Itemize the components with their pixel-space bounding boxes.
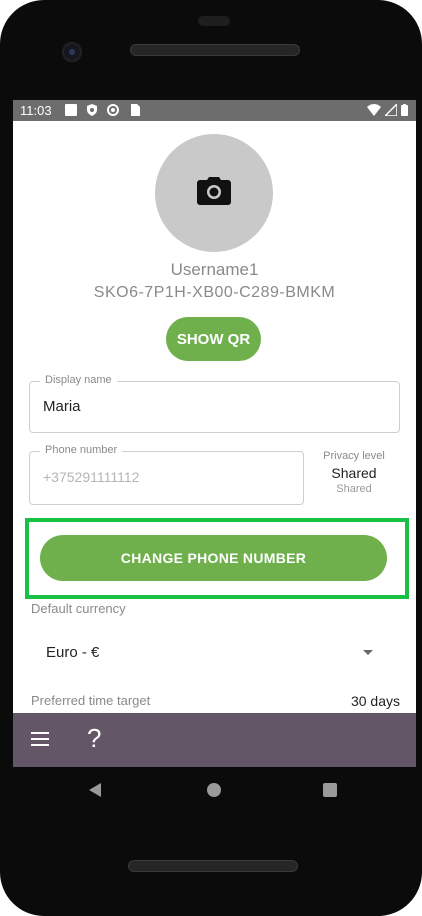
- shield-icon: [87, 104, 97, 116]
- user-id: SKO6-7P1H-XB00-C289-BMKM: [93, 284, 336, 301]
- earpiece: [198, 16, 230, 26]
- battery-icon: [401, 104, 408, 116]
- privacy-level-label: Privacy level: [323, 450, 385, 462]
- phone-number-placeholder: +375291111112: [43, 469, 140, 485]
- bottom-app-bar: ?: [13, 713, 416, 767]
- privacy-level-value: Shared: [331, 465, 377, 481]
- recents-icon[interactable]: [323, 783, 337, 797]
- sim-icon: [131, 104, 140, 116]
- currency-select[interactable]: Euro - €: [46, 644, 99, 661]
- home-icon[interactable]: [207, 783, 221, 797]
- phone-number-label: Phone number: [40, 444, 123, 456]
- back-icon[interactable]: [89, 783, 101, 797]
- dropdown-caret-icon[interactable]: [363, 650, 373, 655]
- display-name-label: Display name: [40, 374, 117, 386]
- square-icon: [65, 104, 77, 116]
- privacy-level-subvalue: Shared: [336, 483, 372, 495]
- phone-number-field[interactable]: Phone number +375291111112: [29, 444, 304, 505]
- status-bar: 11:03: [13, 100, 416, 121]
- app-screen: 11:03 Username1 SKO6-7P1H-XB00-C289-BMKM…: [13, 100, 416, 767]
- show-qr-button[interactable]: SHOW QR: [166, 317, 261, 361]
- privacy-level[interactable]: Privacy level Shared Shared: [311, 450, 397, 495]
- display-name-field[interactable]: Display name Maria: [29, 374, 400, 433]
- signal-icon: [385, 104, 397, 116]
- system-nav-bar: [0, 767, 422, 815]
- wifi-icon: [367, 104, 381, 116]
- avatar-camera-button[interactable]: [155, 134, 273, 252]
- camera-icon: [197, 177, 231, 205]
- help-icon[interactable]: ?: [87, 723, 101, 754]
- front-camera: [62, 42, 82, 62]
- phone-frame: 11:03 Username1 SKO6-7P1H-XB00-C289-BMKM…: [0, 0, 422, 916]
- username: Username1: [170, 260, 259, 279]
- status-right: [367, 104, 408, 116]
- change-phone-number-button[interactable]: CHANGE PHONE NUMBER: [40, 535, 387, 581]
- time-target-value[interactable]: 30 days: [351, 693, 400, 709]
- bottom-speaker-grille: [128, 860, 298, 872]
- top-speaker-grille: [130, 44, 300, 56]
- menu-icon[interactable]: [31, 732, 49, 746]
- default-currency-label: Default currency: [31, 601, 126, 616]
- status-time: 11:03: [20, 103, 52, 118]
- at-icon: [107, 104, 119, 116]
- display-name-value: Maria: [43, 398, 81, 415]
- time-target-label: Preferred time target: [31, 693, 151, 708]
